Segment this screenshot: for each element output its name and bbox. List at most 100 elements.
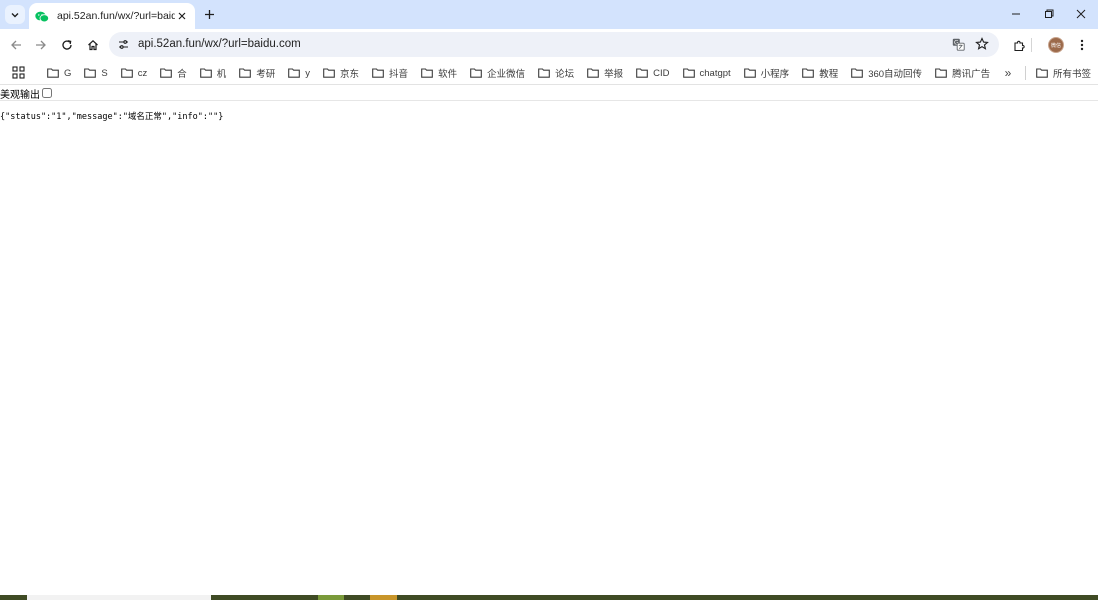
page-divider (0, 100, 1098, 101)
pretty-output-label: 美观输出 (0, 89, 40, 101)
bookmark-folder[interactable]: chatgpt (676, 63, 737, 83)
folder-icon (47, 68, 59, 78)
pretty-output-checkbox[interactable] (42, 88, 52, 98)
folder-icon (935, 68, 947, 78)
bookmark-label: 合 (177, 69, 187, 80)
close-tab-icon[interactable] (175, 9, 189, 23)
folder-icon (587, 68, 599, 78)
arrow-right-icon (36, 40, 46, 50)
folder-icon (470, 68, 482, 78)
wechat-icon (35, 10, 50, 23)
extensions-button[interactable] (1009, 35, 1029, 55)
bookmark-folder[interactable]: 抖音 (365, 63, 414, 83)
translate-icon[interactable]: G (952, 38, 965, 56)
bookmark-label: 抖音 (389, 69, 409, 80)
more-vertical-icon (1080, 39, 1084, 51)
folder-icon (84, 68, 97, 78)
toolbar-separator (1031, 38, 1032, 52)
bookmark-label: 论坛 (555, 69, 575, 80)
bookmark-folder[interactable]: 教程 (795, 63, 844, 83)
bookmark-label: 小程序 (760, 69, 790, 80)
bookmarks-bar: G Scz 合 机 考研 y 京东 抖音 软件 企业微信 论坛 举报 CID chatgpt 小程序 教程 36… (0, 61, 1098, 85)
more-bookmarks-button[interactable]: » (1000, 65, 1016, 81)
bookmark-folder[interactable]: 论坛 (531, 63, 580, 83)
bookmark-folder[interactable]: 机 (193, 63, 233, 83)
chevron-down-icon (11, 12, 19, 17)
browser-toolbar: api.52an.fun/wx/?url=baidu.com G 微信 (0, 29, 1098, 61)
reload-button[interactable] (57, 35, 77, 55)
folder-icon (636, 68, 648, 78)
plus-icon (205, 10, 214, 19)
bookmark-list: G Scz 合 机 考研 y 京东 抖音 软件 企业微信 论坛 举报 CID chatgpt 小程序 教程 36… (40, 61, 996, 85)
bookmark-folder[interactable]: S (77, 63, 113, 83)
bookmark-label: CID (653, 67, 670, 79)
bookmark-folder[interactable]: 举报 (580, 63, 629, 83)
bookmark-folder[interactable]: y (281, 63, 316, 83)
folder-icon (743, 68, 756, 78)
bookmark-folder[interactable]: 软件 (414, 63, 463, 83)
bookmark-label: 机 (216, 69, 227, 80)
all-bookmarks-button[interactable]: 所有书签 (1036, 61, 1091, 85)
bookmark-folder[interactable]: CID (629, 63, 675, 83)
taskbar-segment (318, 595, 344, 600)
bookmark-label: 考研 (256, 69, 276, 80)
bookmark-folder[interactable]: 360自动回传 (844, 63, 928, 83)
bookmark-star-icon[interactable] (975, 37, 989, 56)
bookmark-folder[interactable]: G (40, 63, 77, 83)
folder-icon (421, 68, 433, 78)
restore-icon (1045, 9, 1054, 18)
bookmark-label: 教程 (819, 69, 839, 80)
active-tab[interactable]: api.52an.fun/wx/?url=baidu.c (29, 3, 195, 29)
bookmark-label: 举报 (604, 69, 624, 80)
bookmark-label: cz (137, 67, 148, 79)
profile-avatar[interactable]: 微信 (1048, 37, 1064, 53)
folder-icon (288, 68, 301, 78)
bookmark-folder[interactable]: 考研 (232, 63, 281, 83)
folder-icon (538, 68, 550, 78)
folder-icon (239, 68, 252, 78)
bookmark-folder[interactable]: 腾讯广告 (928, 63, 996, 83)
all-bookmarks-label: 所有书签 (1053, 69, 1092, 80)
bookmark-folder[interactable]: 企业微信 (463, 63, 531, 83)
minimize-button[interactable] (1006, 5, 1026, 23)
close-icon (1076, 9, 1086, 19)
home-button[interactable] (83, 35, 103, 55)
new-tab-button[interactable] (201, 6, 218, 23)
restore-button[interactable] (1039, 5, 1059, 23)
home-icon (88, 39, 98, 51)
close-window-button[interactable] (1071, 5, 1091, 23)
bookmark-label: G (64, 67, 72, 79)
bookmark-folder[interactable]: 小程序 (737, 63, 796, 83)
folder-icon (682, 68, 695, 78)
bookmarks-separator (1025, 66, 1026, 80)
folder-icon (372, 68, 384, 78)
bookmark-folder[interactable]: 合 (153, 63, 193, 83)
folder-icon (851, 68, 864, 78)
bookmark-label: y (305, 67, 311, 79)
bookmark-label: 软件 (438, 69, 458, 80)
forward-button[interactable] (31, 35, 51, 55)
bookmark-folder[interactable]: cz (114, 63, 154, 83)
tab-title: api.52an.fun/wx/?url=baidu.c (57, 10, 175, 22)
pretty-output-row: 美观输出 (0, 86, 52, 101)
folder-icon (1036, 68, 1048, 78)
bookmark-label: 企业微信 (487, 69, 526, 80)
bookmark-folder[interactable]: 京东 (316, 63, 365, 83)
tab-search-button[interactable] (5, 5, 25, 24)
folder-icon (323, 68, 335, 78)
apps-grid-icon[interactable] (12, 66, 25, 79)
folder-icon (199, 68, 212, 78)
arrow-left-icon (11, 40, 21, 50)
site-info-icon[interactable] (117, 38, 130, 56)
back-button[interactable] (6, 35, 26, 55)
bookmark-label: 京东 (340, 69, 360, 80)
folder-icon (802, 68, 815, 78)
bookmark-label: chatgpt (699, 67, 731, 79)
taskbar-segment (370, 595, 397, 600)
folder-icon (160, 68, 173, 78)
menu-button[interactable] (1072, 35, 1092, 55)
address-bar[interactable]: api.52an.fun/wx/?url=baidu.com G (109, 32, 999, 57)
puzzle-icon (1013, 40, 1025, 51)
bookmark-label: S (101, 67, 108, 79)
folder-icon (120, 68, 133, 78)
